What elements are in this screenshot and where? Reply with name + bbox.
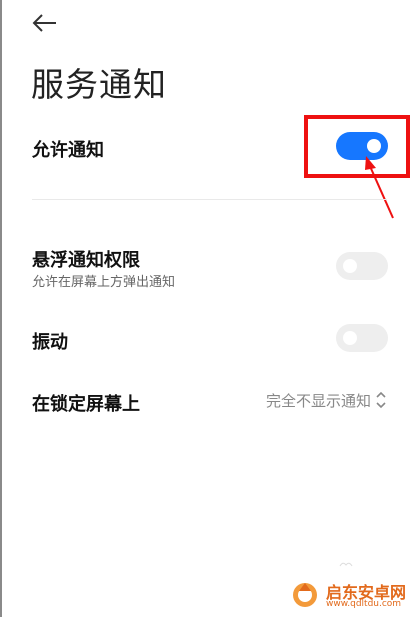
vibration-toggle[interactable] xyxy=(336,324,388,352)
annotation-arrow-icon xyxy=(365,156,394,219)
allow-notifications-label: 允许通知 xyxy=(32,140,104,161)
toggle-knob xyxy=(343,331,357,345)
watermark-url: www.qdltdu.com xyxy=(326,599,402,609)
back-button[interactable] xyxy=(30,8,60,38)
floating-notifications-toggle[interactable] xyxy=(336,252,388,280)
floating-notifications-description: 允许在屏幕上方弹出通知 xyxy=(32,275,176,290)
toggle-knob xyxy=(343,259,357,273)
lock-screen-label: 在锁定屏幕上 xyxy=(32,394,140,415)
watermark-logo-icon xyxy=(293,583,317,607)
floating-notifications-label: 悬浮通知权限 xyxy=(32,250,140,271)
lock-screen-value[interactable]: 完全不显示通知 xyxy=(266,390,371,411)
watermark: 启东安卓网 www.qdltdu.com xyxy=(286,575,414,615)
vibration-label: 振动 xyxy=(32,332,68,353)
page-title: 服务通知 xyxy=(31,65,167,104)
faint-mark xyxy=(339,562,353,567)
chevron-up-down-icon[interactable] xyxy=(374,390,388,410)
screen-left-edge xyxy=(0,0,2,617)
section-divider xyxy=(32,199,387,200)
back-arrow-icon xyxy=(32,14,56,32)
